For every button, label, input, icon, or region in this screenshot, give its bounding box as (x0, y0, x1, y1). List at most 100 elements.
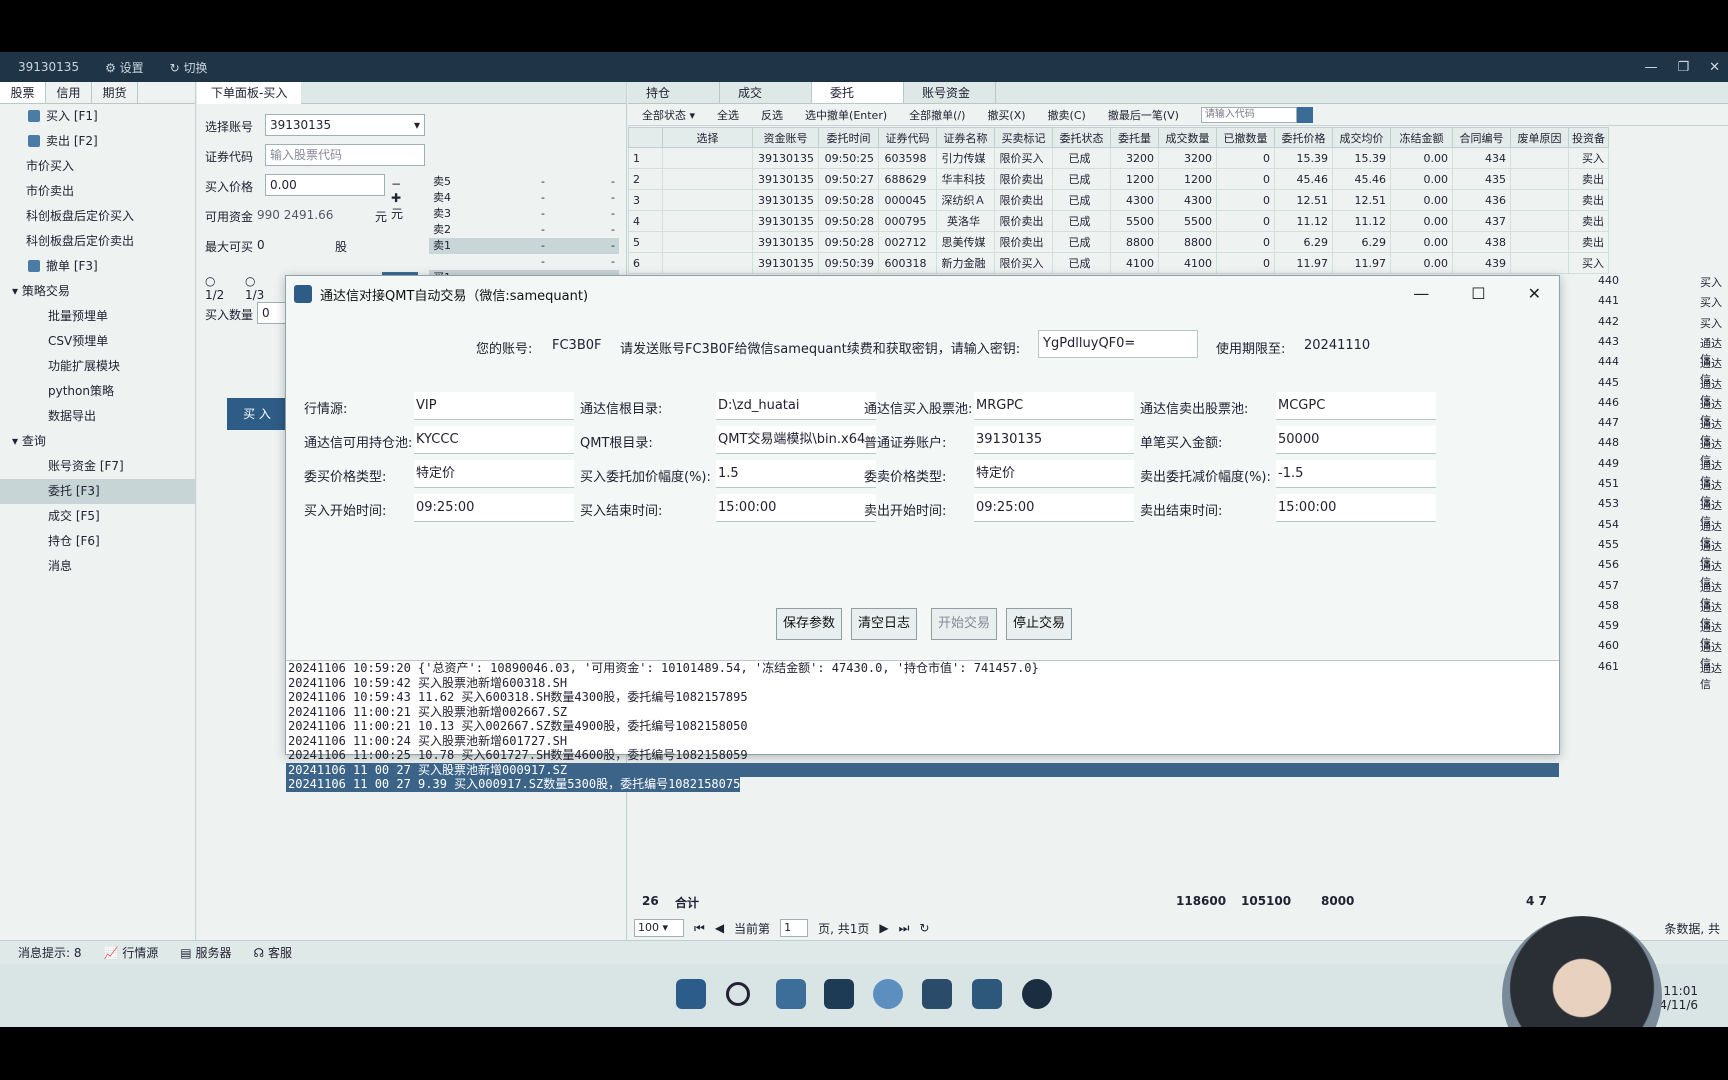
param-input[interactable]: 15:00:00 (716, 494, 876, 522)
column-header[interactable]: 委托价格 (1274, 127, 1333, 148)
service-button[interactable]: ☊ 客服 (253, 944, 292, 961)
nav-item[interactable]: 功能扩展模块 (0, 354, 195, 379)
price-input[interactable]: 0.00 (265, 174, 385, 196)
table-row[interactable]: 5 39130135 09:50:28 002712 思美传媒 限价卖出 已成 8800 880… (628, 231, 1609, 253)
toolbar-action[interactable]: 撤买(X) (987, 107, 1025, 123)
nav-item[interactable]: 科创板盘后定价买入 (0, 204, 195, 229)
nav-item[interactable]: 数据导出 (0, 404, 195, 429)
license-key-input[interactable]: YgPdlluyQF0= (1038, 330, 1198, 358)
search-icon[interactable] (1296, 106, 1313, 123)
clear-log-button[interactable]: 清空日志 (851, 608, 918, 640)
column-header[interactable]: 委托量 (1110, 127, 1159, 148)
next-page-icon[interactable]: ▶ (879, 921, 888, 935)
code-input[interactable]: 输入股票代码 (265, 144, 425, 166)
stop-trading-button[interactable]: 停止交易 (1006, 608, 1073, 640)
start-trading-button[interactable]: 开始交易 (931, 608, 998, 640)
prev-page-icon[interactable]: ◀ (715, 921, 724, 935)
column-header[interactable]: 选择 (662, 127, 753, 148)
nav-item[interactable]: 成交 [F5] (0, 504, 195, 529)
code-search-input[interactable]: 请输入代码 (1200, 106, 1297, 123)
nav-item[interactable]: python策略 (0, 379, 195, 404)
right-tab[interactable]: 委托 (812, 82, 904, 103)
ratio-third-radio[interactable]: ○ 1/3 (245, 274, 264, 302)
column-header[interactable]: 证券名称 (936, 127, 995, 148)
tab-order-buy[interactable]: 下单面板-买入 (197, 82, 302, 104)
settings-menu[interactable]: ⚙ 设置 (105, 59, 144, 76)
refresh-icon[interactable]: ↻ (919, 921, 929, 935)
app-circle-icon[interactable] (1022, 979, 1052, 1009)
toolbar-action[interactable]: 撤最后一笔(V) (1108, 107, 1179, 123)
nav-item[interactable]: 批量预埋单 (0, 304, 195, 329)
order-book-row[interactable]: 卖3 - - (429, 206, 619, 222)
right-tab[interactable]: 账号资金 (904, 82, 996, 103)
column-header[interactable]: 证券代码 (878, 127, 937, 148)
nav-item[interactable]: 消息 (0, 554, 195, 579)
toolbar-action[interactable]: 全部状态 ▾ (642, 107, 695, 123)
param-input[interactable]: MCGPC (1276, 392, 1436, 420)
column-header[interactable]: 冻结金额 (1390, 127, 1453, 148)
minimize-button[interactable]: — (1644, 60, 1657, 75)
column-header[interactable]: 买卖标记 (994, 127, 1053, 148)
nav-item[interactable]: 持仓 [F6] (0, 529, 195, 554)
param-input[interactable]: 特定价 (974, 460, 1134, 488)
quote-source-button[interactable]: 📈 行情源 (104, 944, 159, 961)
nav-item[interactable]: 市价买入 (0, 154, 195, 179)
param-input[interactable]: 特定价 (414, 460, 574, 488)
close-button[interactable]: ✕ (1709, 60, 1720, 75)
toolbar-action[interactable]: 全部撤单(/) (909, 107, 965, 123)
nav-item[interactable]: 市价卖出 (0, 179, 195, 204)
trading-app-icon[interactable] (922, 979, 952, 1009)
table-row[interactable]: 2 39130135 09:50:27 688629 华丰科技 限价卖出 已成 1200 120… (628, 168, 1609, 190)
nav-item[interactable]: 买入 [F1] (0, 104, 195, 129)
search-icon[interactable] (726, 982, 750, 1006)
order-book-row[interactable]: 卖4 - - (429, 190, 619, 206)
param-input[interactable]: QMT交易端模拟\bin.x64 (716, 426, 876, 454)
param-input[interactable]: 09:25:00 (974, 494, 1134, 522)
toolbar-action[interactable]: 反选 (761, 107, 783, 123)
column-header[interactable]: 委托时间 (818, 127, 879, 148)
price-stepper[interactable]: − ✚ 元 (391, 177, 403, 222)
column-header[interactable]: 成交均价 (1332, 127, 1391, 148)
tab-futures[interactable]: 期货 (92, 82, 138, 103)
save-params-button[interactable]: 保存参数 (776, 608, 843, 640)
param-input[interactable]: MRGPC (974, 392, 1134, 420)
column-header[interactable]: 已撤数量 (1216, 127, 1275, 148)
column-header[interactable]: 投资备 (1568, 127, 1609, 148)
order-book-row[interactable]: 卖2 - - (429, 222, 619, 238)
page-size-select[interactable]: 100 ▾ (634, 919, 684, 937)
tab-credit[interactable]: 信用 (46, 82, 92, 103)
nav-group[interactable]: ▾ 查询 (0, 429, 195, 454)
param-input[interactable]: VIP (414, 392, 574, 420)
column-header[interactable] (628, 127, 663, 148)
order-book-row[interactable]: -- (429, 254, 619, 270)
qmt-icon[interactable] (972, 979, 1002, 1009)
tab-stock[interactable]: 股票 (0, 82, 46, 103)
order-book-row[interactable]: 卖1 - - (429, 238, 619, 254)
table-row[interactable]: 3 39130135 09:50:28 000045 深纺织Ａ 限价卖出 已成 4300 430… (628, 189, 1609, 211)
param-input[interactable]: KYCCC (414, 426, 574, 454)
toolbar-action[interactable]: 全选 (717, 107, 739, 123)
param-input[interactable]: 39130135 (974, 426, 1134, 454)
nav-item[interactable]: 账号资金 [F7] (0, 454, 195, 479)
param-input[interactable]: 1.5 (716, 460, 876, 488)
param-input[interactable]: 50000 (1276, 426, 1436, 454)
param-input[interactable]: 15:00:00 (1276, 494, 1436, 522)
column-header[interactable]: 合同编号 (1452, 127, 1511, 148)
restore-button[interactable]: ❐ (1677, 60, 1689, 75)
param-input[interactable]: D:\zd_huatai (716, 392, 876, 420)
page-input[interactable]: 1 (780, 919, 809, 937)
right-tab[interactable]: 持仓 (628, 82, 720, 103)
nav-item[interactable]: 撤单 [F3] (0, 254, 195, 279)
start-icon[interactable] (676, 979, 706, 1009)
toolbar-action[interactable]: 撤卖(C) (1048, 107, 1086, 123)
param-input[interactable]: -1.5 (1276, 460, 1436, 488)
first-page-icon[interactable]: ⏮ (694, 921, 705, 936)
app-m-icon[interactable] (824, 979, 854, 1009)
column-header[interactable]: 委托状态 (1052, 127, 1111, 148)
table-row[interactable]: 4 39130135 09:50:28 000795 英洛华 限价卖出 已成 5500 5500… (628, 210, 1609, 232)
nav-group[interactable]: ▾ 策略交易 (0, 279, 195, 304)
column-header[interactable]: 资金账号 (752, 127, 819, 148)
table-row[interactable]: 1 39130135 09:50:25 603598 引力传媒 限价买入 已成 3200 320… (628, 147, 1609, 169)
ratio-half-radio[interactable]: ○ 1/2 (205, 274, 224, 302)
file-explorer-icon[interactable] (776, 979, 806, 1009)
